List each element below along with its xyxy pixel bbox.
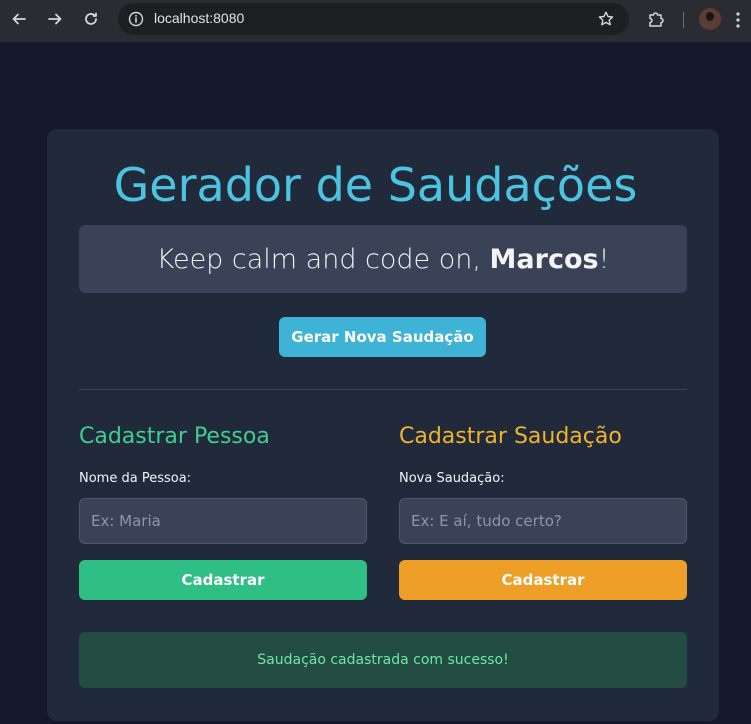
- extensions-icon[interactable]: [646, 9, 666, 29]
- forward-icon[interactable]: [43, 7, 67, 31]
- site-info-icon[interactable]: [128, 11, 144, 27]
- address-bar[interactable]: localhost:8080: [118, 3, 629, 35]
- person-name-input[interactable]: [79, 498, 367, 544]
- greeting-suffix: !: [598, 243, 610, 275]
- toolbar-separator: [683, 12, 684, 28]
- bookmark-star-icon[interactable]: [597, 10, 615, 28]
- register-greeting-button[interactable]: Cadastrar: [399, 560, 687, 600]
- menu-icon[interactable]: [735, 10, 741, 30]
- greeting-name: Marcos: [489, 243, 599, 275]
- new-greeting-input[interactable]: [399, 498, 687, 544]
- page-title: Gerador de Saudações: [113, 158, 638, 212]
- generate-greeting-button[interactable]: Gerar Nova Saudação: [279, 317, 486, 357]
- browser-toolbar: localhost:8080: [0, 0, 751, 42]
- new-greeting-label: Nova Saudação:: [399, 471, 505, 486]
- status-message: Saudação cadastrada com sucesso!: [79, 632, 687, 688]
- register-greeting-title: Cadastrar Saudação: [399, 424, 622, 449]
- profile-avatar[interactable]: [699, 8, 721, 30]
- person-name-label: Nome da Pessoa:: [79, 471, 192, 486]
- url-text: localhost:8080: [154, 10, 245, 26]
- back-icon[interactable]: [7, 7, 31, 31]
- register-person-title: Cadastrar Pessoa: [79, 424, 270, 449]
- greeting-text: Keep calm and code on,: [156, 243, 490, 275]
- greeting-display: Keep calm and code on, Marcos!: [79, 225, 687, 293]
- register-person-button[interactable]: Cadastrar: [79, 560, 367, 600]
- reload-icon[interactable]: [79, 7, 103, 31]
- section-divider: [79, 389, 687, 390]
